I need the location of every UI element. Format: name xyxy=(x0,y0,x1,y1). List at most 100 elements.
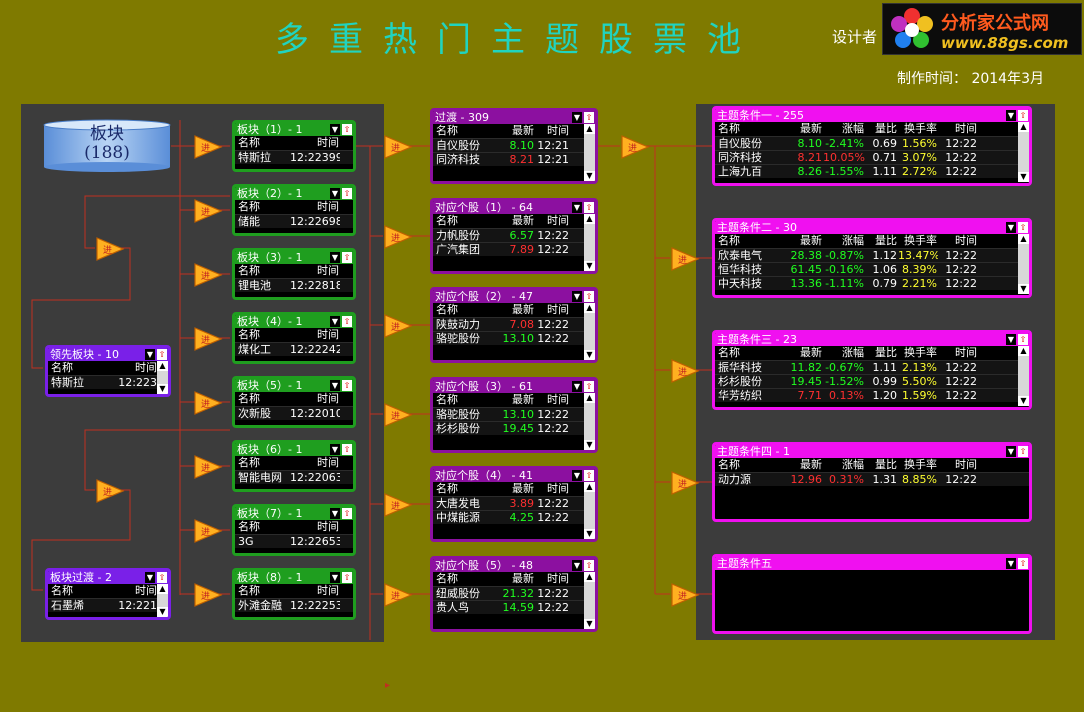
arrow-triangle-icon[interactable]: 进 xyxy=(193,454,223,480)
table-row[interactable]: 力帆股份 6.57 12:22 xyxy=(433,228,595,242)
table-row[interactable]: 特斯拉 12:22399 xyxy=(235,150,353,164)
scroll-up-icon[interactable]: ▲ xyxy=(584,303,595,313)
sector-box-7[interactable]: 板块（7）- 1 ▼⇧ 名称 时间进 3G 12:22653 xyxy=(232,504,356,556)
sector-box-6[interactable]: 板块（6）- 1 ▼⇧ 名称 时间进智能电网 12:22063 xyxy=(232,440,356,492)
box-title[interactable]: 板块（2）- 1 ▼ ⇧ xyxy=(235,187,353,200)
stock-box-1[interactable]: 过渡 - 309 ▼ ⇧ 名称 最新 时间 自仪股份 8.10 12:21 同济科技 8.21 12:… xyxy=(430,108,598,184)
sector-box-1[interactable]: 板块（1）- 1 ▼⇧ 名称 时间进特斯拉 12:22399 xyxy=(232,120,356,172)
up-arrow-icon[interactable]: ⇧ xyxy=(584,381,594,392)
scroll-down-icon[interactable]: ▼ xyxy=(1018,396,1029,406)
sort-down-icon[interactable]: ▼ xyxy=(330,380,340,391)
scroll-up-icon[interactable]: ▲ xyxy=(1018,234,1029,244)
sort-down-icon[interactable]: ▼ xyxy=(330,188,340,199)
arrow-triangle-icon[interactable]: 进 xyxy=(383,224,413,250)
scrollbar[interactable]: ▲ ▼ xyxy=(584,393,595,450)
sort-down-icon[interactable]: ▼ xyxy=(330,444,340,455)
sort-down-icon[interactable]: ▼ xyxy=(1006,558,1016,569)
box-title[interactable]: 过渡 - 309 ▼ ⇧ xyxy=(433,111,595,124)
stock-box-5[interactable]: 对应个股（4） - 41 ▼ ⇧ 名称 最新 时间 大唐发电 3.89 12:22 中煤能源 4.2… xyxy=(430,466,598,542)
scroll-down-icon[interactable]: ▼ xyxy=(584,619,595,629)
up-arrow-icon[interactable]: ⇧ xyxy=(584,470,594,481)
arrow-triangle-icon[interactable]: 进 xyxy=(193,390,223,416)
sector-box-3[interactable]: 板块（3）- 1 ▼⇧ 名称 时间进锂电池 12:22818 xyxy=(232,248,356,300)
theme-box-5[interactable]: 主题条件五 ▼ ⇧ xyxy=(712,554,1032,634)
arrow-triangle-icon[interactable]: 进 xyxy=(670,470,700,496)
arrow-triangle-icon[interactable]: 进 xyxy=(383,402,413,428)
up-arrow-icon[interactable]: ⇧ xyxy=(342,252,352,263)
up-arrow-icon[interactable]: ⇧ xyxy=(157,349,167,360)
box-title[interactable]: 板块（7）- 1 ▼ ⇧ xyxy=(235,507,353,520)
table-row[interactable]: 华芳纺织 7.71 0.13% 1.20 1.59% 12:22 xyxy=(715,388,1029,402)
arrow-triangle-icon[interactable]: 进 xyxy=(383,134,413,160)
sector-box-2[interactable]: 板块（2）- 1 ▼⇧ 名称 时间进储能 12:22698 xyxy=(232,184,356,236)
table-row[interactable]: 杉杉股份 19.45 -1.52% 0.99 5.50% 12:22 xyxy=(715,374,1029,388)
lead-sector-box[interactable]: 领先板块 - 10▼⇧名称时间进特斯拉12:223▲▼ xyxy=(45,345,171,397)
box-title[interactable]: 主题条件一 - 255 ▼ ⇧ xyxy=(715,109,1029,122)
scrollbar[interactable]: ▲ ▼ xyxy=(1018,234,1029,294)
sort-down-icon[interactable]: ▼ xyxy=(1006,110,1016,121)
scrollbar[interactable]: ▲ ▼ xyxy=(157,584,168,617)
up-arrow-icon[interactable]: ⇧ xyxy=(584,112,594,123)
theme-box-2[interactable]: 主题条件二 - 30 ▼ ⇧ 名称 最新 涨幅 量比 换手率 时间 欣泰电气 28.38 -0.87%… xyxy=(712,218,1032,298)
sort-down-icon[interactable]: ▼ xyxy=(572,202,582,213)
table-row[interactable]: 智能电网 12:22063 xyxy=(235,470,353,484)
scrollbar[interactable]: ▲ ▼ xyxy=(157,361,168,394)
up-arrow-icon[interactable]: ⇧ xyxy=(1018,446,1028,457)
scrollbar[interactable]: ▲ ▼ xyxy=(1018,122,1029,182)
scroll-up-icon[interactable]: ▲ xyxy=(1018,122,1029,132)
sort-down-icon[interactable]: ▼ xyxy=(1006,222,1016,233)
arrow-triangle-icon[interactable]: 进 xyxy=(193,326,223,352)
arrow-triangle-icon[interactable]: 进 xyxy=(670,582,700,608)
up-arrow-icon[interactable]: ⇧ xyxy=(342,124,352,135)
scroll-down-icon[interactable]: ▼ xyxy=(157,607,168,617)
table-row[interactable]: 储能 12:22698 xyxy=(235,214,353,228)
theme-box-1[interactable]: 主题条件一 - 255 ▼ ⇧ 名称 最新 涨幅 量比 换手率 时间 自仪股份 8.10 -2.41%… xyxy=(712,106,1032,186)
table-row[interactable]: 外滩金融 12:22253 xyxy=(235,598,353,612)
up-arrow-icon[interactable]: ⇧ xyxy=(584,202,594,213)
table-row[interactable]: 中煤能源 4.25 12:22 xyxy=(433,510,595,524)
table-row[interactable]: 同济科技 8.21 12:21 xyxy=(433,152,595,166)
scroll-down-icon[interactable]: ▼ xyxy=(1018,172,1029,182)
sort-down-icon[interactable]: ▼ xyxy=(330,252,340,263)
box-title[interactable]: 对应个股（1） - 64 ▼ ⇧ xyxy=(433,201,595,214)
scroll-down-icon[interactable]: ▼ xyxy=(584,440,595,450)
sort-down-icon[interactable]: ▼ xyxy=(572,291,582,302)
arrow-triangle-icon[interactable]: 进 xyxy=(670,246,700,272)
box-title[interactable]: 主题条件二 - 30 ▼ ⇧ xyxy=(715,221,1029,234)
box-title[interactable]: 板块（1）- 1 ▼ ⇧ xyxy=(235,123,353,136)
sort-down-icon[interactable]: ▼ xyxy=(572,560,582,571)
scrollbar[interactable]: ▲ ▼ xyxy=(584,303,595,360)
arrow-triangle-icon[interactable]: 进 xyxy=(193,134,223,160)
scroll-down-icon[interactable]: ▼ xyxy=(584,529,595,539)
scroll-down-icon[interactable]: ▼ xyxy=(157,384,168,394)
up-arrow-icon[interactable]: ⇧ xyxy=(342,188,352,199)
table-row[interactable]: 振华科技 11.82 -0.67% 1.11 2.13% 12:22 xyxy=(715,360,1029,374)
table-row[interactable]: 自仪股份 8.10 -2.41% 0.69 1.56% 12:22 xyxy=(715,136,1029,150)
stock-box-2[interactable]: 对应个股（1） - 64 ▼ ⇧ 名称 最新 时间 力帆股份 6.57 12:22 广汽集团 7.8… xyxy=(430,198,598,274)
up-arrow-icon[interactable]: ⇧ xyxy=(342,444,352,455)
arrow-triangle-icon[interactable]: 进 xyxy=(383,492,413,518)
arrow-triangle-icon[interactable]: 进 xyxy=(193,198,223,224)
box-title[interactable]: 板块（4）- 1 ▼ ⇧ xyxy=(235,315,353,328)
table-row[interactable]: 石墨烯 12:221 xyxy=(48,598,168,612)
box-title[interactable]: 板块（3）- 1 ▼ ⇧ xyxy=(235,251,353,264)
sort-down-icon[interactable]: ▼ xyxy=(330,124,340,135)
stock-box-4[interactable]: 对应个股（3） - 61 ▼ ⇧ 名称 最新 时间 骆驼股份 13.10 12:22 杉杉股份 19… xyxy=(430,377,598,453)
scroll-up-icon[interactable]: ▲ xyxy=(584,124,595,134)
table-row[interactable]: 贵人鸟 14.59 12:22 xyxy=(433,600,595,614)
scrollbar[interactable]: ▲ ▼ xyxy=(584,482,595,539)
scroll-up-icon[interactable]: ▲ xyxy=(1018,346,1029,356)
sort-down-icon[interactable]: ▼ xyxy=(572,470,582,481)
arrow-triangle-icon[interactable]: 进 xyxy=(193,582,223,608)
table-row[interactable]: 纽威股份 21.32 12:22 xyxy=(433,586,595,600)
arrow-triangle-icon[interactable]: 进 xyxy=(670,358,700,384)
sort-down-icon[interactable]: ▼ xyxy=(330,316,340,327)
scroll-down-icon[interactable]: ▼ xyxy=(584,261,595,271)
arrow-triangle-icon[interactable]: 进 xyxy=(95,236,125,262)
arrow-triangle-icon[interactable]: 进 xyxy=(620,134,650,160)
table-row[interactable]: 杉杉股份 19.45 12:22 xyxy=(433,421,595,435)
up-arrow-icon[interactable]: ⇧ xyxy=(1018,558,1028,569)
box-title[interactable]: 对应个股（5） - 48 ▼ ⇧ xyxy=(433,559,595,572)
table-row[interactable]: 欣泰电气 28.38 -0.87% 1.12 13.47% 12:22 xyxy=(715,248,1029,262)
up-arrow-icon[interactable]: ⇧ xyxy=(1018,110,1028,121)
